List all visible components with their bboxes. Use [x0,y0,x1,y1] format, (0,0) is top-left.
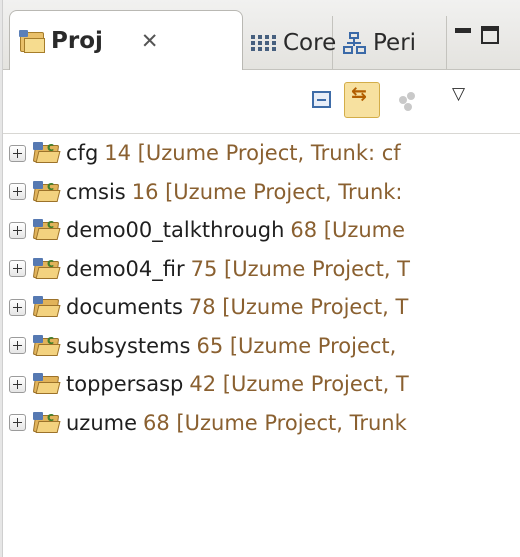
tree-row[interactable]: documents 78 [Uzume Project, T [3,288,520,327]
project-folder-with-c-icon: c [32,334,62,357]
tab-peripherals-label: Peri [373,30,417,56]
expand-icon[interactable] [9,337,26,355]
expand-icon[interactable] [9,375,26,393]
tab-core-label: Core [283,30,337,56]
tab-core[interactable]: Core [241,16,337,70]
project-decoration: 14 [Uzume Project, Trunk: cf [104,141,401,166]
project-name: demo04_fir [66,256,185,281]
expand-icon[interactable] [9,298,26,316]
project-name: uzume [66,410,138,435]
view-toolbar: ⇆ ▽ [3,70,520,134]
chevron-down-icon: ▽ [452,84,466,104]
view-tab-bar: Proj ✕ Core Peri [3,0,520,71]
project-folder-with-c-icon: c [32,411,62,434]
project-folder-with-c-icon: c [32,141,62,164]
tab-project-explorer[interactable]: Proj ✕ [9,10,243,71]
tree-row[interactable]: c demo04_fir 75 [Uzume Project, T [3,250,520,289]
link-with-editor-icon: ⇆ [351,83,367,105]
project-folder-with-c-icon: c [32,180,62,203]
link-with-editor-button[interactable]: ⇆ [344,82,380,118]
project-name: cmsis [66,179,126,204]
tree-row[interactable]: toppersasp 42 [Uzume Project, T [3,365,520,404]
project-folder-with-c-icon: c [32,257,62,280]
tree-row[interactable]: c demo00_talkthrough 68 [Uzume [3,211,520,250]
collapse-all-button[interactable] [305,82,341,118]
collapse-all-icon [312,91,331,108]
view-menu-button[interactable]: ▽ [446,82,482,118]
project-decoration: 68 [Uzume Project, Trunk [143,410,407,435]
tab-project-explorer-label: Proj [51,28,103,54]
project-name: toppersasp [66,372,184,397]
tree-row[interactable]: c uzume 68 [Uzume Project, Trunk [3,404,520,443]
project-explorer-icon [19,30,45,53]
project-decoration: 65 [Uzume Project, [196,333,397,358]
project-decoration: 78 [Uzume Project, T [188,295,409,320]
expand-icon[interactable] [9,260,26,278]
project-name: demo00_talkthrough [66,218,285,243]
expand-icon[interactable] [9,183,26,201]
project-folder-with-c-icon: c [32,218,62,241]
project-decoration: 68 [Uzume [290,218,406,243]
minimize-icon[interactable] [455,28,471,42]
tree-row[interactable]: c subsystems 65 [Uzume Project, [3,327,520,366]
project-tree: c cfg 14 [Uzume Project, Trunk: cf c cms… [3,134,520,442]
tab-peripherals[interactable]: Peri [335,16,447,70]
maximize-icon[interactable] [481,26,499,44]
project-decoration: 42 [Uzume Project, T [189,372,409,397]
project-name: documents [66,295,183,320]
project-name: cfg [66,141,99,166]
project-decoration: 75 [Uzume Project, T [190,256,411,281]
peripherals-icon [343,31,367,55]
filter-button[interactable] [389,82,425,118]
close-tab-icon[interactable]: ✕ [141,29,159,53]
expand-icon[interactable] [9,414,26,432]
view-window-controls [455,26,499,44]
project-folder-icon [32,373,62,395]
project-folder-icon [32,296,62,318]
tree-row[interactable]: c cfg 14 [Uzume Project, Trunk: cf [3,134,520,173]
core-registers-icon [251,33,277,53]
project-name: subsystems [66,333,191,358]
expand-icon[interactable] [9,144,26,162]
project-decoration: 16 [Uzume Project, Trunk: [131,179,403,204]
tree-row[interactable]: c cmsis 16 [Uzume Project, Trunk: [3,173,520,212]
expand-icon[interactable] [9,221,26,239]
